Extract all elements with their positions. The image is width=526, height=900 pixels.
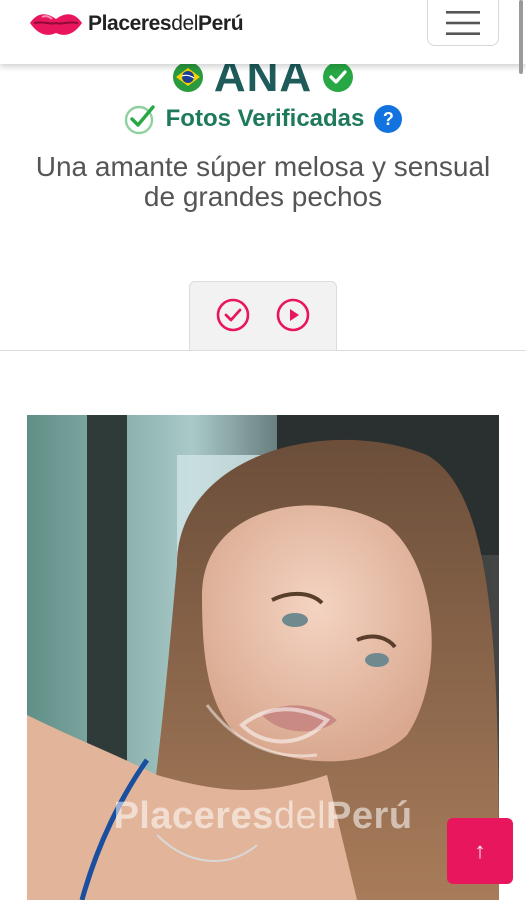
photo-watermark: PlaceresdelPerú	[113, 795, 413, 837]
verified-photos-label: Fotos Verificadas	[165, 105, 365, 132]
hamburger-icon	[446, 10, 480, 35]
profile-photo[interactable]: PlaceresdelPerú	[27, 415, 499, 900]
arrow-up-icon: ↑	[474, 838, 486, 863]
check-circle-icon[interactable]	[216, 298, 250, 332]
play-circle-icon[interactable]	[276, 298, 310, 332]
verified-photos-row: Fotos Verificadas ?	[0, 103, 526, 135]
site-logo[interactable]: PlaceresdelPerú	[28, 6, 244, 42]
scrollbar[interactable]	[519, 0, 523, 74]
help-icon[interactable]: ?	[374, 105, 403, 133]
tabs-divider	[0, 350, 526, 351]
verified-check-icon	[323, 62, 354, 92]
scroll-to-top-button[interactable]: ↑	[447, 818, 513, 884]
profile-tagline: Una amante súper melosa y sensual de gra…	[35, 151, 491, 212]
media-tabs	[189, 281, 337, 351]
menu-button[interactable]	[427, 0, 499, 46]
lips-logo-icon	[30, 14, 82, 35]
brazil-flag-icon	[172, 62, 203, 92]
logo-text: PlaceresdelPerú	[88, 12, 244, 35]
verified-photos-check-icon	[124, 105, 155, 135]
navbar: PlaceresdelPerú	[0, 0, 526, 64]
